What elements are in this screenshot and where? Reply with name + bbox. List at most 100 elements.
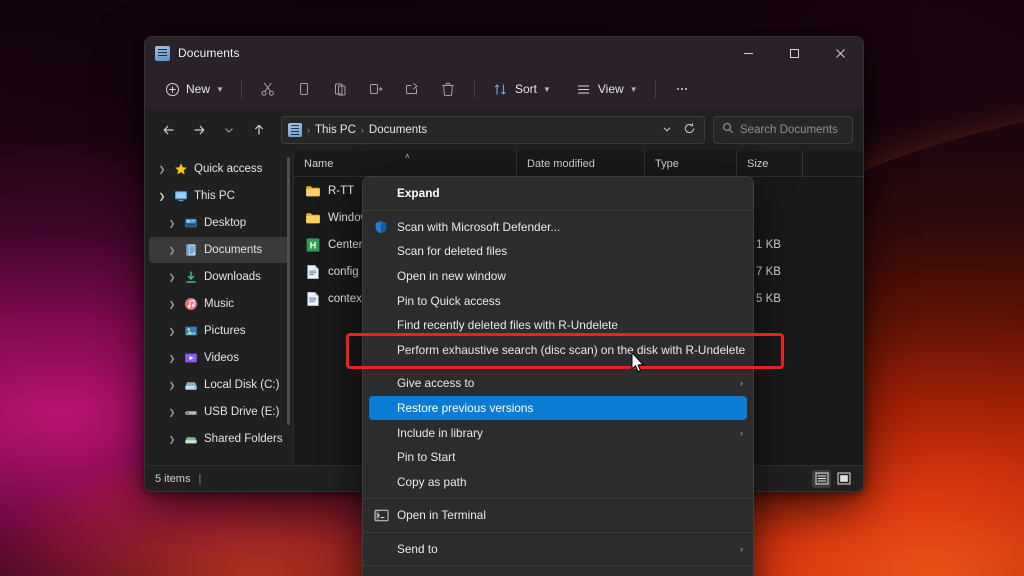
details-view-icon[interactable] [812,469,831,488]
address-dropdown-icon[interactable] [661,123,673,138]
sort-button[interactable]: Sort ▼ [484,75,559,103]
maximize-button[interactable] [771,37,817,69]
svg-text:H: H [309,240,316,250]
sidebar-item-downloads[interactable]: ❯ Downloads [149,264,289,290]
column-header-name[interactable]: ˄ Name [294,151,516,177]
menu-item-copy[interactable]: Copy [363,570,753,576]
sidebar-item-desktop[interactable]: ❯ Desktop [149,210,289,236]
minimize-button[interactable] [725,37,771,69]
search-placeholder: Search Documents [740,124,838,136]
window-titlebar[interactable]: Documents [145,37,863,69]
column-label-size: Size [747,157,769,170]
submenu-arrow-icon: › [740,544,743,555]
breadcrumb-separator: › [307,125,310,135]
chevron-right-icon[interactable]: ❯ [167,273,177,282]
menu-item-scan-for-deleted-files[interactable]: Scan for deleted files [363,239,753,264]
breadcrumb-documents[interactable]: Documents [369,124,427,136]
column-header-spare[interactable] [802,150,842,177]
sidebar-item-documents[interactable]: ❯ Documents [149,237,289,263]
recent-locations-button[interactable] [215,116,243,144]
menu-item-open-in-terminal[interactable]: Open in Terminal [363,503,753,528]
up-button[interactable] [245,116,273,144]
view-button-label: View [597,82,624,96]
sidebar-item-local-disk-c[interactable]: ❯ Local Disk (C:) [149,372,289,398]
more-options-button[interactable] [665,75,699,103]
refresh-icon[interactable] [683,122,696,138]
sidebar-item-label: This PC [194,190,235,202]
chevron-down-icon[interactable]: ❯ [157,192,167,201]
sort-button-label: Sort [514,82,537,96]
share-icon[interactable] [395,75,429,103]
chevron-right-icon[interactable]: ❯ [167,300,177,309]
chevron-right-icon[interactable]: ❯ [167,408,177,417]
breadcrumb-this-pc[interactable]: This PC [315,124,356,136]
toolbar-separator-2 [473,80,475,98]
menu-item-restore-previous-versions[interactable]: Restore previous versions [369,395,747,421]
chevron-right-icon[interactable]: ❯ [167,327,177,336]
sidebar-item-quick-access[interactable]: ❯ Quick access [149,156,289,182]
column-header-date-modified[interactable]: Date modified [516,150,644,177]
address-breadcrumb-bar[interactable]: › This PC › Documents [281,116,705,144]
menu-item-copy-as-path[interactable]: Copy as path [363,470,753,495]
menu-item-label: Pin to Quick access [397,293,501,308]
column-header-size[interactable]: Size [736,150,802,177]
search-input[interactable]: Search Documents [713,116,853,144]
chevron-right-icon[interactable]: ❯ [167,381,177,390]
sidebar-item-label: USB Drive (E:) [204,406,280,418]
menu-item-scan-with-defender[interactable]: Scan with Microsoft Defender... [363,215,753,240]
menu-item-give-access-to[interactable]: Give access to › [363,371,753,396]
menu-item-send-to[interactable]: Send to › [363,537,753,562]
delete-icon[interactable] [431,75,465,103]
sidebar-item-label: Shared Folders [204,433,283,445]
forward-button[interactable] [185,116,213,144]
new-button[interactable]: New ▼ [155,75,232,103]
menu-item-pin-to-start[interactable]: Pin to Start [363,445,753,470]
sidebar-item-music[interactable]: ❯ Music [149,291,289,317]
breadcrumb-separator-2: › [360,125,364,135]
sidebar-item-label: Downloads [204,271,261,283]
menu-item-pin-to-quick-access[interactable]: Pin to Quick access [363,288,753,313]
menu-separator [363,498,753,500]
file-size: 5 KB [756,292,781,305]
menu-item-label: Copy as path [397,474,467,489]
disk-icon [183,378,198,393]
folder-icon [304,209,321,226]
menu-separator [363,209,753,211]
close-button[interactable] [817,37,863,69]
view-button[interactable]: View ▼ [567,75,646,103]
chevron-down-icon: ▼ [542,84,551,94]
sort-arrows-icon [492,80,510,98]
sidebar-item-videos[interactable]: ❯ Videos [149,345,289,371]
window-controls [725,37,863,69]
sidebar-item-shared-folders[interactable]: ❯ Shared Folders [149,426,289,452]
item-count-label: 5 items [155,472,191,485]
sidebar-item-this-pc[interactable]: ❯ This PC [149,183,289,209]
menu-item-open-in-new-window[interactable]: Open in new window [363,264,753,289]
sidebar-scrollbar[interactable] [287,157,290,425]
address-bar-row: › This PC › Documents Search Documents [145,109,863,151]
search-icon [722,121,734,139]
chevron-right-icon[interactable]: ❯ [167,246,177,255]
large-icons-view-icon[interactable] [834,470,853,488]
menu-item-expand[interactable]: Expand [363,181,753,206]
chevron-right-icon[interactable]: ❯ [167,219,177,228]
menu-separator [363,531,753,533]
chevron-right-icon[interactable]: ❯ [167,354,177,363]
menu-item-include-in-library[interactable]: Include in library › [363,420,753,445]
cut-icon[interactable] [251,75,285,103]
submenu-arrow-icon: › [740,427,743,438]
back-button[interactable] [155,116,183,144]
menu-item-find-recently-deleted-files[interactable]: Find recently deleted files with R-Undel… [363,313,753,338]
paste-icon[interactable] [323,75,357,103]
sidebar-item-usb-drive-e[interactable]: ❯ USB Drive (E:) [149,399,289,425]
chevron-right-icon[interactable]: ❯ [157,165,167,174]
file-name: R-TT [328,184,355,197]
chevron-right-icon[interactable]: ❯ [167,435,177,444]
copy-icon[interactable] [287,75,321,103]
menu-item-perform-exhaustive-search[interactable]: Perform exhaustive search (disc scan) on… [363,338,753,363]
music-icon [183,297,198,312]
rename-icon[interactable] [359,75,393,103]
column-header-type[interactable]: Type [644,150,736,177]
sidebar-item-pictures[interactable]: ❯ Pictures [149,318,289,344]
folder-icon [304,182,321,199]
